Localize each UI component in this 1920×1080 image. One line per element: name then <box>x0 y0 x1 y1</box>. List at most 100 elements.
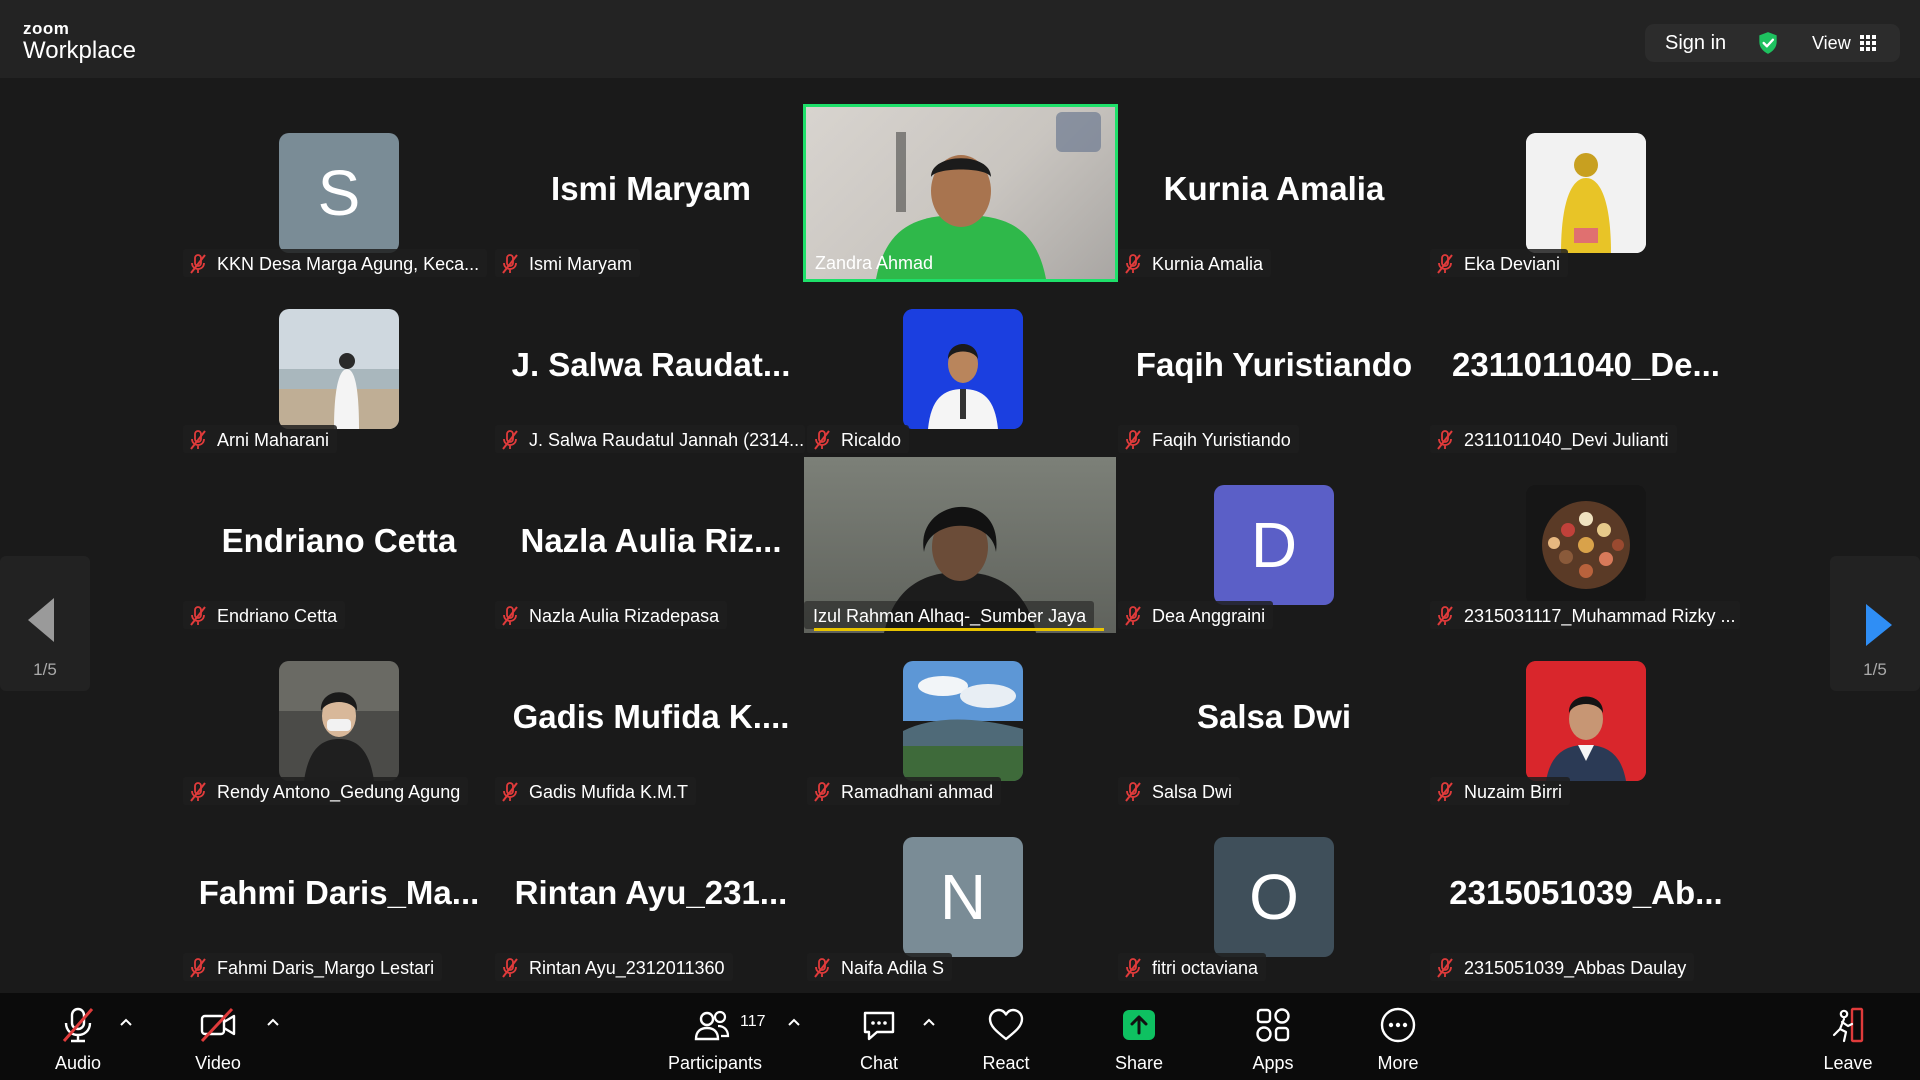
mic-muted-icon <box>1125 958 1141 978</box>
mic-muted-icon <box>62 1007 94 1043</box>
participant-name-label: Izul Rahman Alhaq-_Sumber Jaya <box>804 601 1095 629</box>
chat-options-chevron-up-icon[interactable] <box>922 1017 936 1027</box>
leave-door-icon <box>1832 1007 1864 1043</box>
participant-tile[interactable]: Salsa Dwi Salsa Dwi <box>1118 633 1430 809</box>
participant-tile[interactable]: S KKN Desa Marga Agung, Keca... <box>183 105 495 281</box>
view-button[interactable]: View <box>1812 33 1851 54</box>
mic-muted-icon <box>1125 430 1141 450</box>
participant-tile[interactable]: Ricaldo <box>807 281 1119 457</box>
participant-display-name: Kurnia Amalia <box>1163 170 1385 207</box>
mic-muted-icon <box>1125 254 1141 274</box>
participant-tile[interactable]: Arni Maharani <box>183 281 495 457</box>
more-button[interactable]: More <box>1372 1005 1424 1074</box>
participant-tile[interactable]: D Dea Anggraini <box>1118 457 1430 633</box>
participant-tile[interactable]: Ramadhani ahmad <box>807 633 1119 809</box>
meeting-toolbar: Audio Video Participants 117 Chat React … <box>0 993 1920 1080</box>
page-indicator-left: 1/5 <box>33 660 57 679</box>
top-bar: zoom Workplace Sign in View <box>0 0 1920 78</box>
prev-page-button[interactable]: 1/5 <box>0 556 90 691</box>
mic-muted-icon <box>190 958 206 978</box>
participant-tile[interactable]: Fahmi Daris_Ma... Fahmi Daris_Margo Lest… <box>183 809 495 985</box>
audio-options-chevron-up-icon[interactable] <box>119 1017 133 1027</box>
leave-button[interactable]: Leave <box>1822 1005 1874 1074</box>
participant-name-label: fitri octaviana <box>1118 953 1267 981</box>
avatar <box>279 661 399 781</box>
participant-name-label: Dea Anggraini <box>1118 601 1274 629</box>
react-button[interactable]: React <box>980 1005 1032 1074</box>
mic-muted-icon <box>814 782 830 802</box>
mic-muted-icon <box>1437 782 1453 802</box>
participant-name-label: 2311011040_Devi Julianti <box>1430 425 1677 453</box>
profile-photo <box>903 661 1023 781</box>
arrow-left-icon <box>28 598 54 642</box>
mic-muted-icon <box>1437 430 1453 450</box>
mic-muted-icon <box>190 430 206 450</box>
avatar <box>279 309 399 429</box>
mic-muted-icon <box>1125 782 1141 802</box>
mic-muted-icon <box>190 782 206 802</box>
mic-muted-icon <box>502 254 518 274</box>
avatar <box>903 661 1023 781</box>
grid-view-icon[interactable] <box>1860 35 1876 51</box>
participant-name-label: Ricaldo <box>807 425 910 453</box>
video-off-icon <box>200 1007 236 1043</box>
participant-tile[interactable]: O fitri octaviana <box>1118 809 1430 985</box>
logo-line1: zoom <box>23 19 70 38</box>
participant-display-name: Gadis Mufida K.... <box>512 698 790 735</box>
participant-tile[interactable]: N Naifa Adila S <box>807 809 1119 985</box>
participant-tile[interactable]: Faqih Yuristiando Faqih Yuristiando <box>1118 281 1430 457</box>
participant-display-name: Rintan Ayu_231... <box>514 874 788 911</box>
next-page-button[interactable]: 1/5 <box>1830 556 1920 691</box>
security-shield-icon[interactable] <box>1755 30 1781 56</box>
profile-photo <box>903 309 1023 429</box>
apps-button[interactable]: Apps <box>1249 1005 1297 1074</box>
participant-tile[interactable]: Gadis Mufida K.... Gadis Mufida K.M.T <box>495 633 807 809</box>
participants-options-chevron-up-icon[interactable] <box>787 1017 801 1027</box>
participant-display-name: Nazla Aulia Riz... <box>520 522 782 559</box>
mic-muted-icon <box>502 782 518 802</box>
participant-tile[interactable]: Rendy Antono_Gedung Agung <box>183 633 495 809</box>
participant-tile[interactable]: Kurnia Amalia Kurnia Amalia <box>1118 105 1430 281</box>
audio-button[interactable]: Audio <box>45 1005 111 1074</box>
participant-name-label: Nuzaim Birri <box>1430 777 1571 805</box>
participant-tile[interactable]: J. Salwa Raudat... J. Salwa Raudatul Jan… <box>495 281 807 457</box>
chat-button[interactable]: Chat <box>857 1005 901 1074</box>
mic-muted-icon <box>1125 606 1141 626</box>
logo-line2: Workplace <box>23 37 136 64</box>
avatar <box>1526 661 1646 781</box>
avatar: S <box>279 133 399 253</box>
participant-tile[interactable]: Ismi Maryam Ismi Maryam <box>495 105 807 281</box>
page-indicator-right: 1/5 <box>1863 660 1887 679</box>
mic-muted-icon <box>502 606 518 626</box>
avatar: N <box>903 837 1023 957</box>
participant-tile[interactable]: Nuzaim Birri <box>1430 633 1742 809</box>
participant-display-name: Endriano Cetta <box>221 522 457 559</box>
participant-name-label: Endriano Cetta <box>183 601 346 629</box>
share-screen-icon <box>1123 1010 1155 1040</box>
participant-tile[interactable]: Endriano Cetta Endriano Cetta <box>183 457 495 633</box>
mic-muted-icon <box>502 958 518 978</box>
participant-tile[interactable]: 2315051039_Ab... 2315051039_Abbas Daulay <box>1430 809 1742 985</box>
participant-name-label: Rintan Ayu_2312011360 <box>495 953 733 981</box>
top-right-controls: Sign in View <box>1645 24 1900 62</box>
participant-tile[interactable]: Eka Deviani <box>1430 105 1742 281</box>
mic-muted-icon <box>1437 958 1453 978</box>
video-button[interactable]: Video <box>188 1005 248 1074</box>
share-button[interactable]: Share <box>1113 1005 1165 1074</box>
speaking-indicator-bar <box>814 628 1104 631</box>
participant-video-tile[interactable]: Izul Rahman Alhaq-_Sumber Jaya <box>804 457 1116 633</box>
participant-name-label: Gadis Mufida K.M.T <box>495 777 697 805</box>
participant-name-label: J. Salwa Raudatul Jannah (2314... <box>495 425 805 453</box>
active-speaker-video-tile[interactable]: Zandra Ahmad <box>803 104 1118 282</box>
sign-in-button[interactable]: Sign in <box>1665 32 1726 55</box>
avatar <box>1526 485 1646 605</box>
mic-muted-icon <box>502 430 518 450</box>
participant-display-name: Fahmi Daris_Ma... <box>198 874 480 911</box>
participant-display-name: Faqih Yuristiando <box>1135 346 1413 383</box>
participant-tile[interactable]: Nazla Aulia Riz... Nazla Aulia Rizadepas… <box>495 457 807 633</box>
participant-tile[interactable]: 2311011040_De... 2311011040_Devi Juliant… <box>1430 281 1742 457</box>
participant-tile[interactable]: 2315031117_Muhammad Rizky ... <box>1430 457 1742 633</box>
participant-name-label: Naifa Adila S <box>807 953 953 981</box>
participant-tile[interactable]: Rintan Ayu_231... Rintan Ayu_2312011360 <box>495 809 807 985</box>
video-options-chevron-up-icon[interactable] <box>266 1017 280 1027</box>
